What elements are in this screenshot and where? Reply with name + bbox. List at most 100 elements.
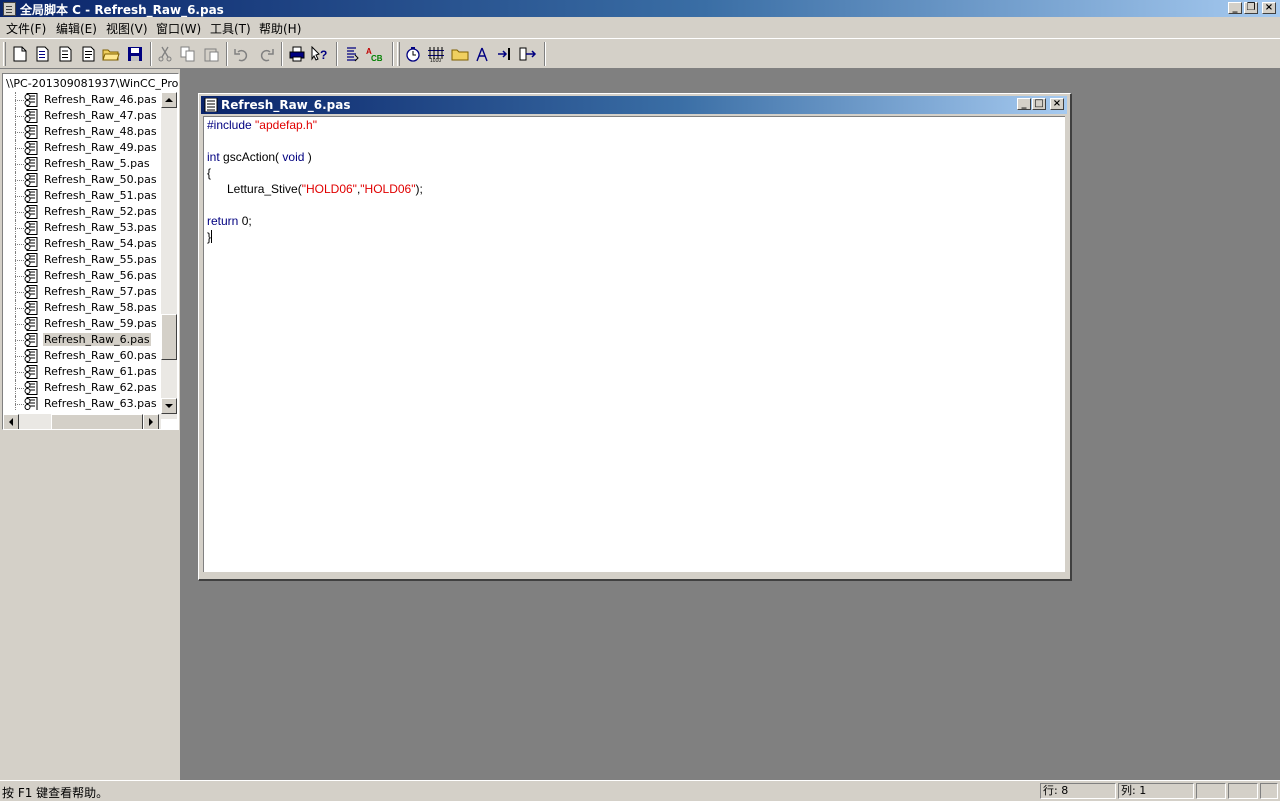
scroll-up-button[interactable] (161, 92, 177, 108)
clock-icon[interactable] (403, 44, 423, 64)
tree-item[interactable]: Refresh_Raw_49.pas (3, 140, 161, 156)
editor-window: Refresh_Raw_6.pas _ □ × #include "apdefa… (198, 93, 1072, 581)
editor-minimize-button[interactable]: _ (1017, 98, 1031, 110)
svg-text:?: ? (320, 48, 327, 62)
scroll-thumb[interactable] (51, 414, 143, 429)
restore-button[interactable]: ❐ (1244, 2, 1258, 14)
print-icon[interactable] (287, 44, 307, 64)
tree-line (15, 116, 24, 117)
new-project-icon[interactable] (32, 44, 52, 64)
tree-item[interactable]: Refresh_Raw_56.pas (3, 268, 161, 284)
menu-help[interactable]: 帮助(H) (259, 20, 301, 37)
menu-edit[interactable]: 编辑(E) (56, 20, 97, 37)
tree-item[interactable]: Refresh_Raw_46.pas (3, 92, 161, 108)
scroll-right-button[interactable] (143, 414, 159, 429)
cb-icon[interactable]: A CB (364, 44, 384, 64)
toolbar-grip[interactable] (3, 42, 6, 66)
scroll-left-button[interactable] (3, 414, 19, 429)
script-file-icon (24, 125, 38, 139)
menu-window[interactable]: 窗口(W) (156, 20, 201, 37)
tree-item-label: Refresh_Raw_51.pas (44, 189, 157, 202)
project-tree[interactable]: \\PC-201309081937\WinCC_Proje Refresh_Ra… (2, 73, 179, 430)
tree-item-label: Refresh_Raw_62.pas (44, 381, 157, 394)
script-file-icon (24, 93, 38, 107)
tree-item-label: Refresh_Raw_50.pas (44, 173, 157, 186)
tree-item-label: Refresh_Raw_58.pas (44, 301, 157, 314)
scroll-down-button[interactable] (161, 398, 177, 414)
tool-icon[interactable] (472, 44, 492, 64)
redo-icon[interactable] (256, 44, 276, 64)
import-icon[interactable] (495, 44, 515, 64)
tree-vertical-scrollbar[interactable] (161, 92, 177, 419)
tree-item[interactable]: Refresh_Raw_55.pas (3, 252, 161, 268)
script-file-icon (24, 109, 38, 123)
tree-item[interactable]: Refresh_Raw_61.pas (3, 364, 161, 380)
save-icon[interactable] (125, 44, 145, 64)
code-line-3: int gscAction( void ) (207, 149, 312, 165)
tree-item[interactable]: Refresh_Raw_47.pas (3, 108, 161, 124)
window-title: 全局脚本 C - Refresh_Raw_6.pas (20, 3, 224, 17)
menu-file[interactable]: 文件(F) (6, 20, 46, 37)
open-folder-icon[interactable] (101, 44, 121, 64)
tree-item[interactable]: Refresh_Raw_48.pas (3, 124, 161, 140)
tree-item[interactable]: Refresh_Raw_51.pas (3, 188, 161, 204)
tree-item-label: Refresh_Raw_47.pas (44, 109, 157, 122)
document-icon[interactable] (78, 44, 98, 64)
tree-item-label: Refresh_Raw_48.pas (44, 125, 157, 138)
editor-maximize-button[interactable]: □ (1032, 98, 1046, 110)
editor-title-bar[interactable]: Refresh_Raw_6.pas _ □ × (201, 96, 1067, 114)
tree-line (15, 356, 24, 357)
minimize-button[interactable]: _ (1228, 2, 1242, 14)
compile-icon[interactable] (342, 44, 362, 64)
tree-item-label: Refresh_Raw_52.pas (44, 205, 157, 218)
code-editor[interactable]: #include "apdefap.h" int gscAction( void… (203, 116, 1065, 572)
tree-item[interactable]: Refresh_Raw_50.pas (3, 172, 161, 188)
tree-item-label: Refresh_Raw_46.pas (44, 93, 157, 106)
tree-item-label: Refresh_Raw_61.pas (44, 365, 157, 378)
editor-close-button[interactable]: × (1050, 98, 1064, 110)
toolbar-grip[interactable] (397, 42, 400, 66)
script-file-icon (24, 381, 38, 395)
cut-icon[interactable] (155, 44, 175, 64)
export-icon[interactable] (518, 44, 538, 64)
tree-horizontal-scrollbar[interactable] (3, 414, 161, 429)
code-keyword: return (207, 214, 239, 228)
toolbar-separator (281, 42, 283, 66)
code-line-1: #include "apdefap.h" (207, 117, 317, 133)
page-icon[interactable] (55, 44, 75, 64)
toolbar-separator (392, 42, 394, 66)
new-icon[interactable] (10, 44, 30, 64)
tree-line (15, 388, 24, 389)
menu-view[interactable]: 视图(V) (106, 20, 148, 37)
tree-item[interactable]: Refresh_Raw_6.pas (3, 332, 161, 348)
code-string: "HOLD06" (301, 182, 357, 196)
paste-icon[interactable] (201, 44, 221, 64)
tree-root-label[interactable]: \\PC-201309081937\WinCC_Proje (6, 77, 178, 90)
tree-item[interactable]: Refresh_Raw_60.pas (3, 348, 161, 364)
undo-icon[interactable] (232, 44, 252, 64)
tree-item[interactable]: Refresh_Raw_57.pas (3, 284, 161, 300)
help-icon[interactable]: ? (310, 44, 330, 64)
tree-item[interactable]: Refresh_Raw_63.pas (3, 396, 161, 410)
svg-text:CB: CB (371, 54, 383, 62)
script-file-icon (24, 285, 38, 299)
script-file-icon[interactable] (204, 97, 218, 113)
menu-tools[interactable]: 工具(T) (210, 20, 251, 37)
tree-item[interactable]: Refresh_Raw_59.pas (3, 316, 161, 332)
tree-item[interactable]: Refresh_Raw_52.pas (3, 204, 161, 220)
status-indicator (1196, 783, 1226, 799)
close-button[interactable]: × (1262, 2, 1276, 14)
toolbar-separator (544, 42, 546, 66)
script-file-icon (24, 333, 38, 347)
copy-icon[interactable] (178, 44, 198, 64)
scroll-thumb[interactable] (161, 314, 177, 360)
tree-item[interactable]: Refresh_Raw_5.pas (3, 156, 161, 172)
tree-item[interactable]: Refresh_Raw_54.pas (3, 236, 161, 252)
tree-item[interactable]: Refresh_Raw_58.pas (3, 300, 161, 316)
tree-item[interactable]: Refresh_Raw_53.pas (3, 220, 161, 236)
app-icon[interactable] (3, 2, 16, 16)
tree-item[interactable]: Refresh_Raw_62.pas (3, 380, 161, 396)
folder-icon[interactable] (450, 44, 470, 64)
tag-icon[interactable]: 1010 (426, 44, 446, 64)
code-string: "apdefap.h" (255, 118, 317, 132)
